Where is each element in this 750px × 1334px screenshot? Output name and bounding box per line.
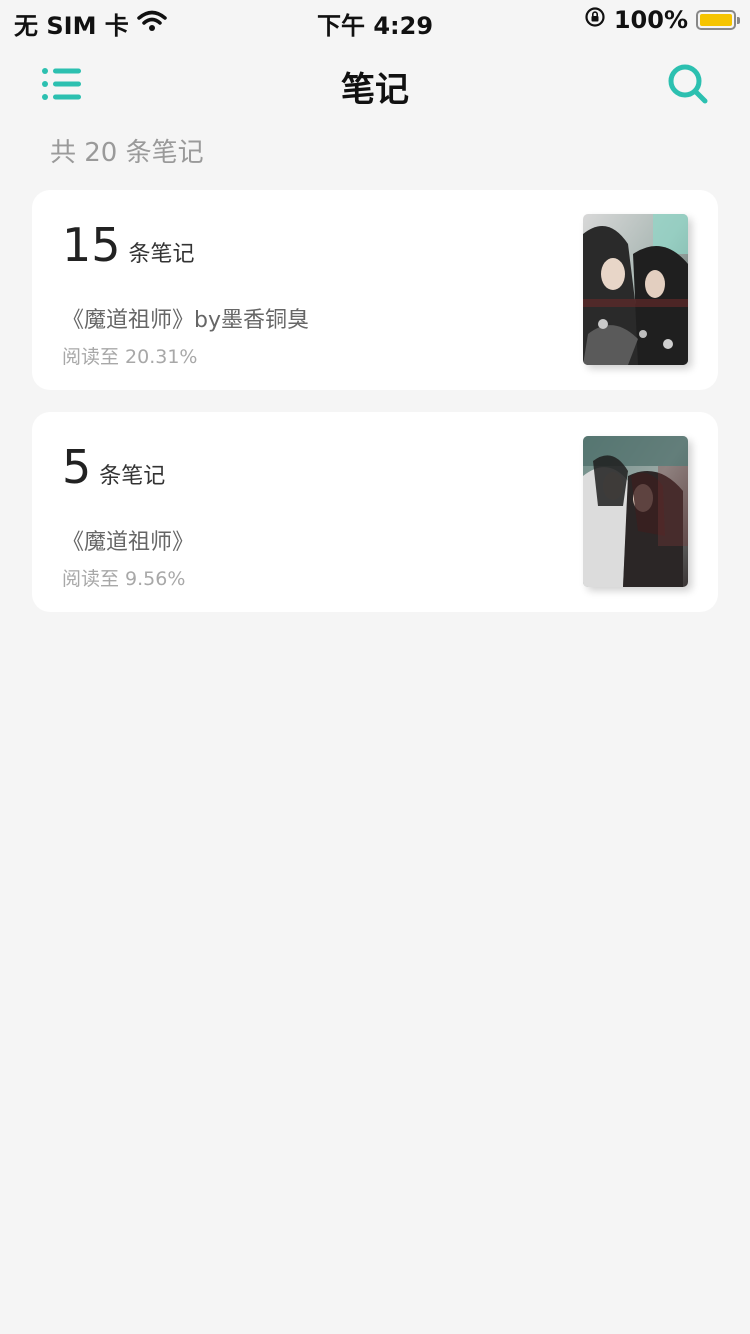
reading-progress: 阅读至 9.56% bbox=[62, 568, 186, 590]
reading-progress: 阅读至 20.31% bbox=[62, 346, 198, 368]
status-right: 100% bbox=[584, 6, 740, 34]
book-title: 《魔道祖师》 bbox=[62, 530, 195, 555]
book-title: 《魔道祖师》by墨香铜臭 bbox=[62, 308, 309, 333]
note-count: 5 条笔记 bbox=[62, 440, 165, 494]
orientation-lock-icon bbox=[584, 6, 606, 34]
total-notes-count: 共 20 条笔记 bbox=[50, 138, 204, 168]
battery-percent: 100% bbox=[613, 6, 688, 34]
book-cover bbox=[583, 214, 688, 365]
status-bar: 无 SIM 卡 下午 4:29 100% bbox=[0, 0, 750, 40]
note-count-number: 15 bbox=[62, 218, 121, 272]
nav-bar: 笔记 bbox=[0, 50, 750, 120]
note-count-number: 5 bbox=[62, 440, 92, 494]
note-card[interactable]: 15 条笔记 《魔道祖师》by墨香铜臭 阅读至 20.31% bbox=[32, 190, 718, 390]
search-icon[interactable] bbox=[666, 62, 710, 106]
note-count: 15 条笔记 bbox=[62, 218, 195, 272]
battery-icon bbox=[696, 10, 740, 30]
note-count-label: 条笔记 bbox=[128, 242, 195, 267]
page-title: 笔记 bbox=[341, 70, 409, 110]
note-card[interactable]: 5 条笔记 《魔道祖师》 阅读至 9.56% bbox=[32, 412, 718, 612]
note-count-label: 条笔记 bbox=[99, 464, 166, 489]
book-cover bbox=[583, 436, 688, 587]
